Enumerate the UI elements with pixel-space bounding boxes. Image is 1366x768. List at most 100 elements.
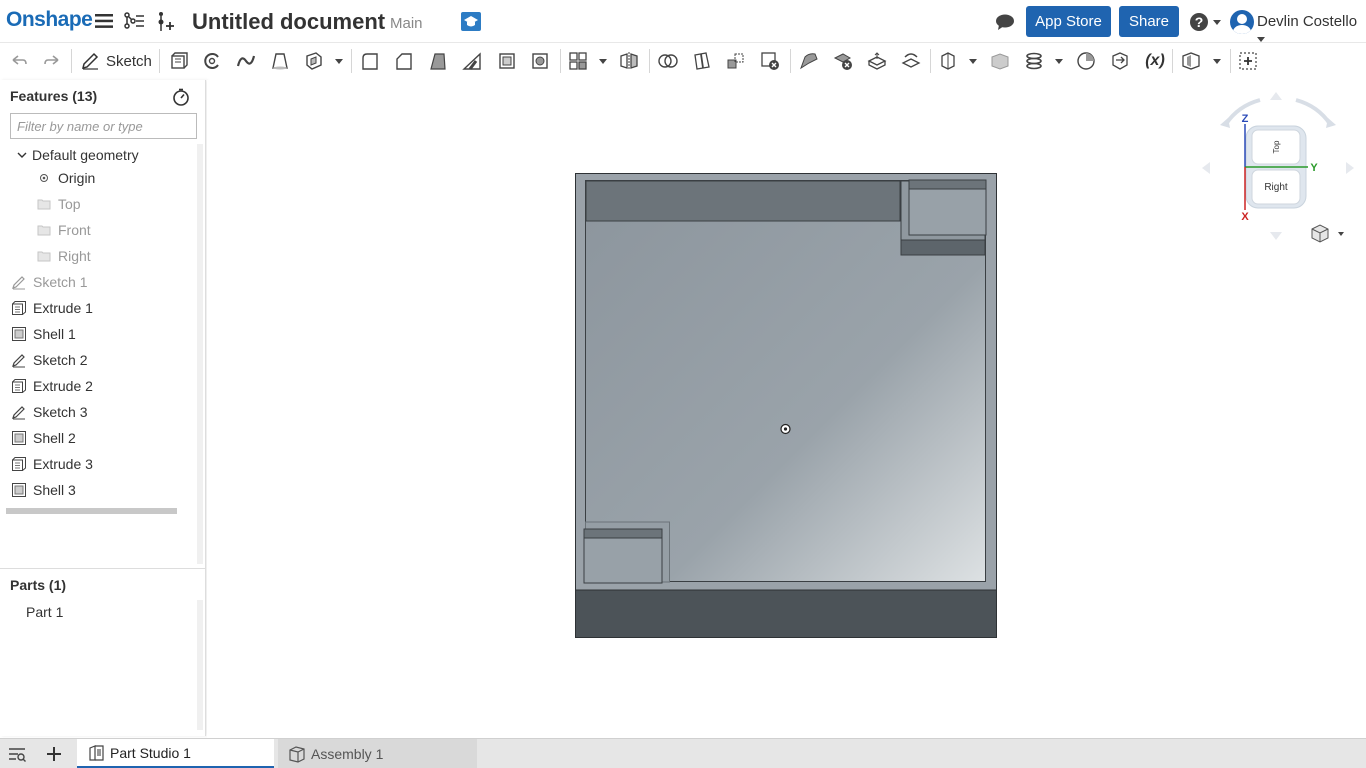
arrow-right-icon[interactable] — [1346, 162, 1354, 174]
toolbar-divider — [159, 49, 160, 73]
feature-item[interactable]: Extrude 1 — [11, 296, 93, 320]
add-tab-icon[interactable] — [45, 745, 63, 763]
chevron-down-icon[interactable] — [14, 147, 30, 163]
rotate-arc-icon[interactable] — [1295, 98, 1332, 126]
version-graph-icon[interactable] — [124, 11, 144, 31]
chevron-down-icon[interactable] — [335, 59, 343, 64]
loft-icon[interactable] — [269, 51, 291, 71]
feature-item[interactable]: Sketch 2 — [11, 348, 87, 372]
pattern-icon[interactable] — [567, 51, 589, 71]
menu-icon[interactable] — [94, 11, 114, 31]
tab-label: Part Studio 1 — [110, 744, 191, 761]
feature-list-scrollbar[interactable] — [197, 144, 203, 564]
mirror-icon[interactable] — [618, 51, 640, 71]
feature-item[interactable]: Shell 3 — [11, 478, 76, 502]
section-view-icon[interactable] — [1180, 51, 1202, 71]
feature-item[interactable]: Shell 1 — [11, 322, 76, 346]
chevron-down-icon[interactable] — [969, 59, 977, 64]
undo-icon[interactable] — [8, 51, 30, 71]
chevron-down-icon[interactable] — [1055, 59, 1063, 64]
feature-list-panel: Features (13) Default geometry Origin To… — [0, 80, 206, 736]
extrude-icon — [11, 378, 27, 394]
svg-text:?: ? — [1195, 14, 1204, 30]
replace-face-icon[interactable] — [900, 51, 922, 71]
draft-icon[interactable] — [427, 51, 449, 71]
sketch-button[interactable]: Sketch — [80, 50, 152, 72]
feature-item[interactable]: Extrude 2 — [11, 374, 93, 398]
feature-label: Shell 1 — [33, 326, 76, 342]
split-icon[interactable] — [691, 51, 713, 71]
feature-item[interactable]: Extrude 3 — [11, 452, 93, 476]
default-geometry-group[interactable]: Default geometry — [14, 143, 139, 167]
chevron-down-icon[interactable] — [1213, 59, 1221, 64]
chat-icon[interactable] — [995, 12, 1015, 32]
sketch-label: Sketch — [106, 52, 152, 70]
view-menu-icon[interactable] — [1311, 224, 1344, 243]
arrow-left-icon[interactable] — [1202, 162, 1210, 174]
app-store-button[interactable]: App Store — [1026, 6, 1111, 37]
document-title[interactable]: Untitled document — [192, 9, 385, 35]
mate-connector-icon[interactable] — [989, 51, 1011, 71]
variable-button[interactable]: (x) — [1143, 51, 1167, 71]
delete-part-icon[interactable] — [759, 51, 781, 71]
modify-fillet-icon[interactable] — [798, 51, 820, 71]
top-plane-item[interactable]: Top — [36, 192, 81, 216]
onshape-logo[interactable]: Onshape — [6, 8, 93, 32]
right-plane-item[interactable]: Right — [36, 244, 91, 268]
toolbar-divider — [71, 49, 72, 73]
divider — [0, 568, 206, 569]
arrow-down-icon[interactable] — [1270, 232, 1282, 240]
delete-face-icon[interactable] — [832, 51, 854, 71]
avatar[interactable] — [1230, 10, 1254, 34]
measure-icon[interactable] — [1075, 51, 1097, 71]
stopwatch-icon[interactable] — [172, 88, 190, 106]
tab-assembly[interactable]: Assembly 1 — [278, 739, 477, 768]
extrude-icon[interactable] — [168, 51, 190, 71]
revolve-icon[interactable] — [201, 51, 223, 71]
part-model[interactable] — [575, 173, 997, 638]
help-menu[interactable]: ? — [1188, 12, 1222, 32]
transform-icon[interactable] — [725, 51, 747, 71]
chevron-down-icon — [1257, 36, 1265, 42]
insert-version-icon[interactable] — [155, 11, 175, 31]
chamfer-icon[interactable] — [393, 51, 415, 71]
feature-list-horizontal-scrollbar[interactable] — [6, 508, 177, 514]
education-badge-icon[interactable] — [461, 12, 481, 31]
add-custom-feature-icon[interactable] — [1237, 51, 1259, 71]
move-face-icon[interactable] — [866, 51, 888, 71]
share-button[interactable]: Share — [1119, 6, 1179, 37]
rib-icon[interactable] — [461, 51, 483, 71]
thicken-icon[interactable] — [303, 51, 325, 71]
front-plane-item[interactable]: Front — [36, 218, 91, 242]
hole-icon[interactable] — [529, 51, 551, 71]
feature-item[interactable]: Sketch 3 — [11, 400, 87, 424]
origin-marker-icon[interactable] — [780, 423, 791, 435]
branch-label[interactable]: Main — [390, 15, 423, 32]
helix-icon[interactable] — [1023, 51, 1045, 71]
cube-face-right[interactable]: Right — [1264, 182, 1288, 193]
cube-face-top[interactable]: Top — [1272, 140, 1281, 153]
z-axis-label: Z — [1242, 113, 1249, 125]
redo-icon[interactable] — [41, 51, 63, 71]
boolean-icon[interactable] — [657, 51, 679, 71]
arrow-up-icon[interactable] — [1270, 92, 1282, 100]
chevron-down-icon[interactable] — [599, 59, 607, 64]
view-cube[interactable]: Top Right Z Y X — [1198, 88, 1358, 248]
plane-icon[interactable] — [937, 51, 959, 71]
feature-filter-input[interactable] — [10, 113, 197, 139]
origin-item[interactable]: Origin — [36, 166, 95, 190]
user-name: Devlin Costello — [1257, 13, 1358, 30]
parts-list-scrollbar[interactable] — [197, 600, 203, 730]
feature-item[interactable]: Shell 2 — [11, 426, 76, 450]
shell-icon[interactable] — [496, 51, 518, 71]
fillet-icon[interactable] — [359, 51, 381, 71]
parts-header: Parts (1) — [10, 577, 67, 593]
derived-icon[interactable] — [1109, 51, 1131, 71]
origin-label: Origin — [58, 170, 96, 186]
y-axis-label: Y — [1310, 162, 1318, 174]
tab-part-studio[interactable]: Part Studio 1 — [77, 739, 274, 768]
feature-item[interactable]: Sketch 1 — [11, 270, 87, 294]
tab-manager-icon[interactable] — [8, 746, 26, 762]
sweep-icon[interactable] — [235, 51, 257, 71]
part-item[interactable]: Part 1 — [26, 604, 63, 620]
